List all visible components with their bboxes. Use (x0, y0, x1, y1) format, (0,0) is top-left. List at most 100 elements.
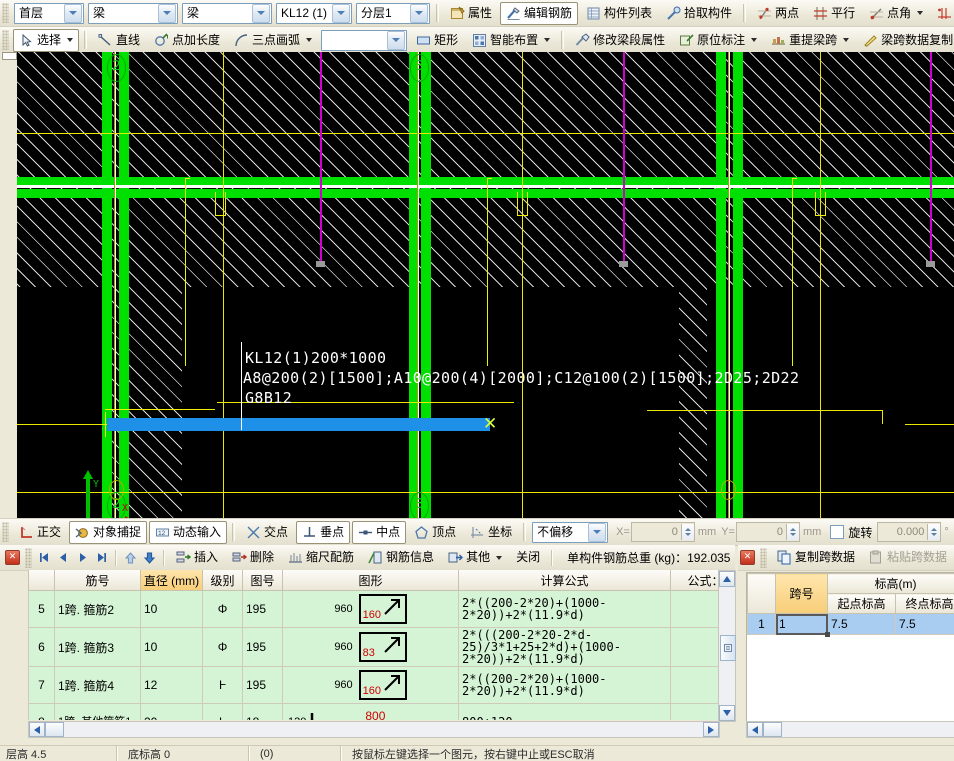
dynamic-input-button[interactable]: 12 动态输入 (149, 521, 227, 544)
beam-vertical-3b[interactable] (733, 52, 743, 518)
row-index[interactable]: 7 (29, 667, 55, 704)
offset-y-stepper[interactable] (786, 524, 799, 540)
coordinate-snap-button[interactable]: 坐标 (464, 521, 518, 544)
last-record-button[interactable] (92, 548, 111, 567)
beam-horizontal-upper-2[interactable] (17, 189, 954, 198)
properties-button[interactable]: 属性 (444, 2, 498, 25)
close-icon[interactable]: ✕ (740, 550, 755, 565)
combo-component-name[interactable]: KL12 (1) (276, 3, 352, 24)
cell-diameter[interactable]: 20 (141, 704, 203, 721)
col-formula-header[interactable]: 计算公式 (459, 570, 671, 591)
select-button[interactable]: 选择 (13, 29, 79, 52)
cell-shape-no[interactable]: 195 (243, 628, 283, 667)
span-toolbar-grip[interactable] (760, 548, 767, 568)
chevron-down-icon[interactable] (158, 4, 176, 23)
in-situ-annotation-button[interactable]: 原位标注 (673, 29, 763, 52)
chevron-down-icon[interactable] (843, 38, 849, 42)
pick-component-button[interactable]: 拾取构件 (660, 2, 738, 25)
component-list-button[interactable]: 构件列表 (580, 2, 658, 25)
beam-vertical-1b[interactable] (119, 52, 129, 518)
snapbar-grip[interactable] (2, 522, 9, 542)
ortho-button[interactable]: 正交 (13, 521, 67, 544)
smart-layout-button[interactable]: 智能布置 (466, 29, 556, 52)
scroll-left-icon[interactable] (29, 722, 45, 737)
offset-x-field[interactable]: 0 (631, 522, 695, 542)
col-diameter-header[interactable]: 直径 (mm) (141, 570, 203, 591)
cell-shape-no[interactable]: 195 (243, 667, 283, 704)
three-point-arc-button[interactable]: 三点画弧 (228, 29, 318, 52)
close-icon[interactable]: ✕ (5, 550, 20, 565)
hscroll-thumb[interactable] (763, 722, 782, 737)
delete-row-button[interactable]: 删除 (226, 546, 280, 569)
edit-beam-segment-button[interactable]: 修改梁段属性 (569, 29, 671, 52)
scroll-left-icon[interactable] (747, 722, 763, 737)
chevron-down-icon[interactable] (917, 11, 923, 15)
cell-rebar-no[interactable]: 1跨. 其他箍筋1 (55, 704, 141, 721)
cell-diameter[interactable]: 10 (141, 628, 203, 667)
cell-start-elev[interactable]: 7.5 (828, 614, 896, 635)
cell-grade[interactable]: Φ (203, 591, 243, 628)
insert-row-button[interactable]: 插入 (170, 546, 224, 569)
col-span-no-header[interactable]: 跨号 (776, 574, 828, 614)
cell-rebar-no[interactable]: 1跨. 箍筋2 (55, 591, 141, 628)
cell-grade[interactable]: Ⱶ (203, 667, 243, 704)
table-row[interactable]: 6 1跨. 箍筋3 10 Φ 195 960 83 (29, 628, 719, 667)
offset-mode-combo[interactable]: 不偏移 (532, 522, 608, 543)
three-point-axis-button[interactable]: 三点辅轴 (931, 2, 954, 25)
chevron-down-icon[interactable] (588, 523, 606, 542)
chevron-down-icon[interactable] (410, 4, 428, 23)
cell-shape[interactable]: 960 160 (283, 667, 459, 704)
beam-vertical-1[interactable] (102, 52, 112, 518)
point-angle-button[interactable]: 点角 (863, 2, 929, 25)
cell-formula2[interactable] (671, 628, 719, 667)
cell-formula[interactable]: 800+120 (459, 704, 671, 721)
chevron-down-icon[interactable] (64, 4, 82, 23)
cell-formula2[interactable] (671, 704, 719, 721)
chevron-down-icon[interactable] (387, 31, 405, 50)
table-row[interactable]: 5 1跨. 箍筋2 10 Φ 195 960 160 (29, 591, 719, 628)
col-span-index-header[interactable] (748, 574, 776, 614)
cell-diameter[interactable]: 10 (141, 591, 203, 628)
combo-floor[interactable]: 首层 (14, 3, 84, 24)
chevron-down-icon[interactable] (332, 4, 350, 23)
hscroll-thumb[interactable] (45, 722, 64, 737)
combo-layer[interactable]: 分层1 (356, 3, 430, 24)
rotate-checkbox[interactable] (830, 525, 844, 539)
table-row[interactable]: 7 1跨. 箍筋4 12 Ⱶ 195 960 160 (29, 667, 719, 704)
next-record-button[interactable] (73, 548, 92, 567)
row-index[interactable]: 5 (29, 591, 55, 628)
row-index[interactable]: 8 (29, 704, 55, 721)
gutter-tab[interactable] (2, 52, 17, 60)
row-index[interactable]: 6 (29, 628, 55, 667)
col-rebar-no-header[interactable]: 筋号 (55, 570, 141, 591)
col-index-header[interactable] (29, 570, 55, 591)
chevron-down-icon[interactable] (544, 38, 550, 42)
col-start-elev-header[interactable]: 起点标高 (828, 594, 896, 614)
rotate-stepper[interactable] (927, 524, 940, 540)
rebar-info-button[interactable]: 钢筋信息 (362, 546, 440, 569)
midpoint-snap-button[interactable]: 中点 (352, 521, 406, 544)
combo-component-type[interactable]: 梁 (88, 3, 178, 24)
table-row[interactable]: 8 1跨. 其他箍筋1 20 Ⱶ 18 120 800 (29, 704, 719, 721)
copy-span-data-button[interactable]: 梁跨数据复制 (857, 29, 954, 52)
col-grade-header[interactable]: 级别 (203, 570, 243, 591)
cell-formula[interactable]: 2*(((200-2*20-2*d-25)/3*1+25+2*d)+(1000-… (459, 628, 671, 667)
prev-record-button[interactable] (54, 548, 73, 567)
chevron-down-icon[interactable] (67, 38, 73, 42)
rebar-grid-hscrollbar[interactable] (28, 721, 720, 738)
row-index[interactable]: 1 (748, 614, 776, 635)
col-shape-header[interactable]: 图形 (283, 570, 459, 591)
rebar-grid[interactable]: 筋号 直径 (mm) 级别 图号 图形 计算公式 公式： 5 1跨. 箍筋2 1… (28, 570, 718, 720)
beam-vertical-3[interactable] (716, 52, 726, 518)
scroll-right-icon[interactable] (703, 722, 719, 737)
cell-shape-no[interactable]: 18 (243, 704, 283, 721)
selected-beam-highlight[interactable] (107, 418, 490, 431)
cell-rebar-no[interactable]: 1跨. 箍筋3 (55, 628, 141, 667)
rebar-toolbar-grip[interactable] (25, 548, 32, 568)
cell-span-no[interactable]: 1 (776, 614, 828, 635)
cell-shape-no[interactable]: 195 (243, 591, 283, 628)
perpendicular-snap-button[interactable]: 垂点 (296, 521, 350, 544)
col-formula2-header[interactable]: 公式： (671, 570, 719, 591)
elevation-group-header[interactable]: 标高(m) (828, 574, 954, 594)
cell-grade[interactable]: Ⱶ (203, 704, 243, 721)
